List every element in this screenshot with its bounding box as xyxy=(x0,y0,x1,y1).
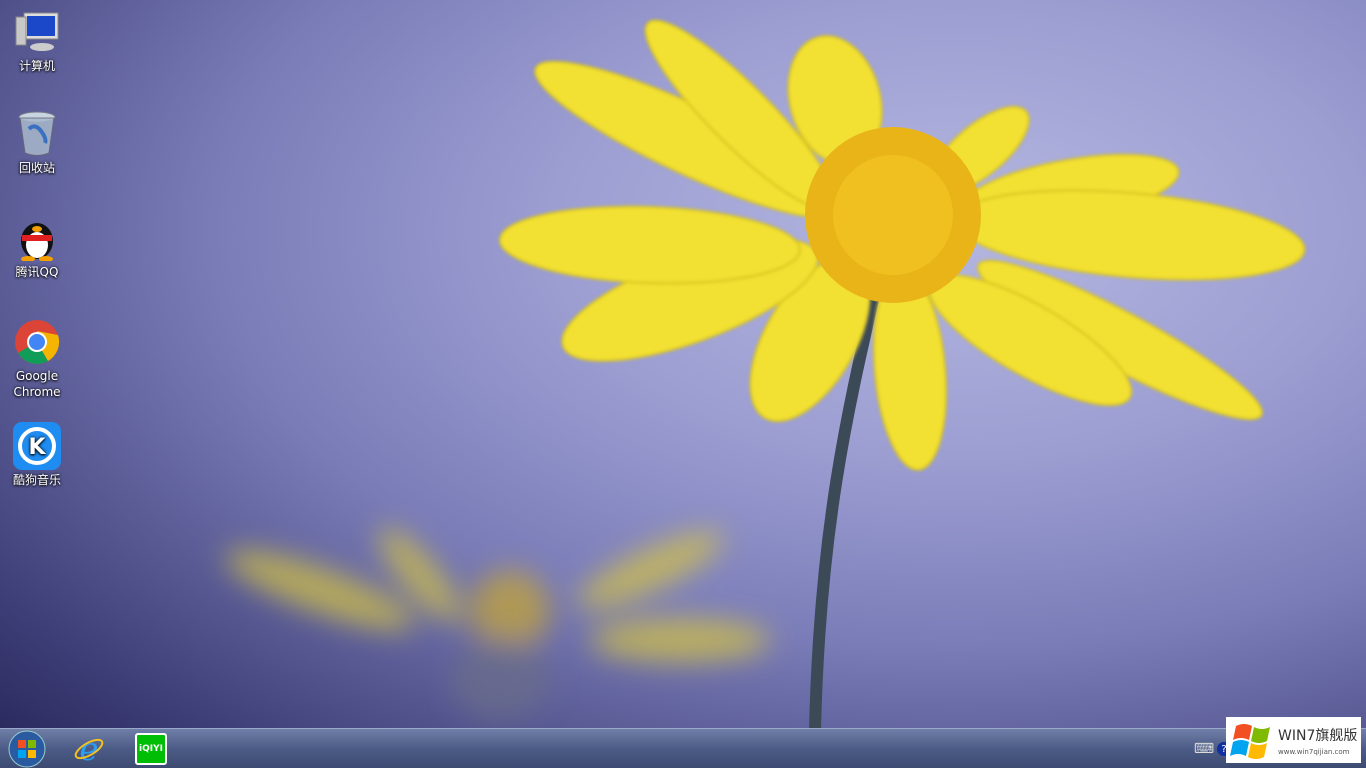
chrome-icon xyxy=(13,318,61,366)
qq-penguin-icon xyxy=(13,214,61,262)
desktop-icon-chrome[interactable]: Google Chrome xyxy=(4,318,70,400)
svg-text:e: e xyxy=(80,733,99,765)
taskbar-ie[interactable]: e xyxy=(66,731,112,767)
internet-explorer-icon: e xyxy=(74,733,104,765)
watermark-logo: WIN7旗舰版 www.win7qijian.com xyxy=(1226,717,1361,763)
svg-text:K: K xyxy=(28,435,46,460)
icon-label: 计算机 xyxy=(18,59,55,73)
desktop-icon-qq[interactable]: 腾讯QQ xyxy=(4,214,70,280)
tray-keyboard[interactable]: ⌨ xyxy=(1194,731,1214,767)
icon-label: 腾讯QQ xyxy=(15,265,59,279)
watermark-url: www.win7qijian.com xyxy=(1278,747,1350,756)
icon-label: 酷狗音乐 xyxy=(12,473,61,487)
icon-label: Google Chrome xyxy=(13,369,61,399)
desktop-icon-computer[interactable]: 计算机 xyxy=(4,8,70,74)
iqiyi-icon: iQIYI xyxy=(135,733,167,765)
taskbar-iqiyi[interactable]: iQIYI xyxy=(128,731,174,767)
icon-label: 回收站 xyxy=(18,161,55,175)
windows-flag-icon xyxy=(1230,724,1270,759)
taskbar: e iQIYI ⌨ ? xyxy=(0,728,1366,768)
desktop-icon-recycle-bin[interactable]: 回收站 xyxy=(4,110,70,176)
recycle-bin-icon xyxy=(13,110,61,158)
wallpaper-flower xyxy=(225,19,1306,730)
watermark-title: WIN7旗舰版 xyxy=(1278,727,1358,744)
kugou-icon: K xyxy=(13,422,61,470)
keyboard-icon: ⌨ xyxy=(1193,741,1215,757)
start-orb-icon xyxy=(8,730,46,768)
start-button[interactable] xyxy=(4,730,50,768)
desktop-icon-kugou[interactable]: K 酷狗音乐 xyxy=(4,422,70,488)
computer-icon xyxy=(13,8,61,56)
